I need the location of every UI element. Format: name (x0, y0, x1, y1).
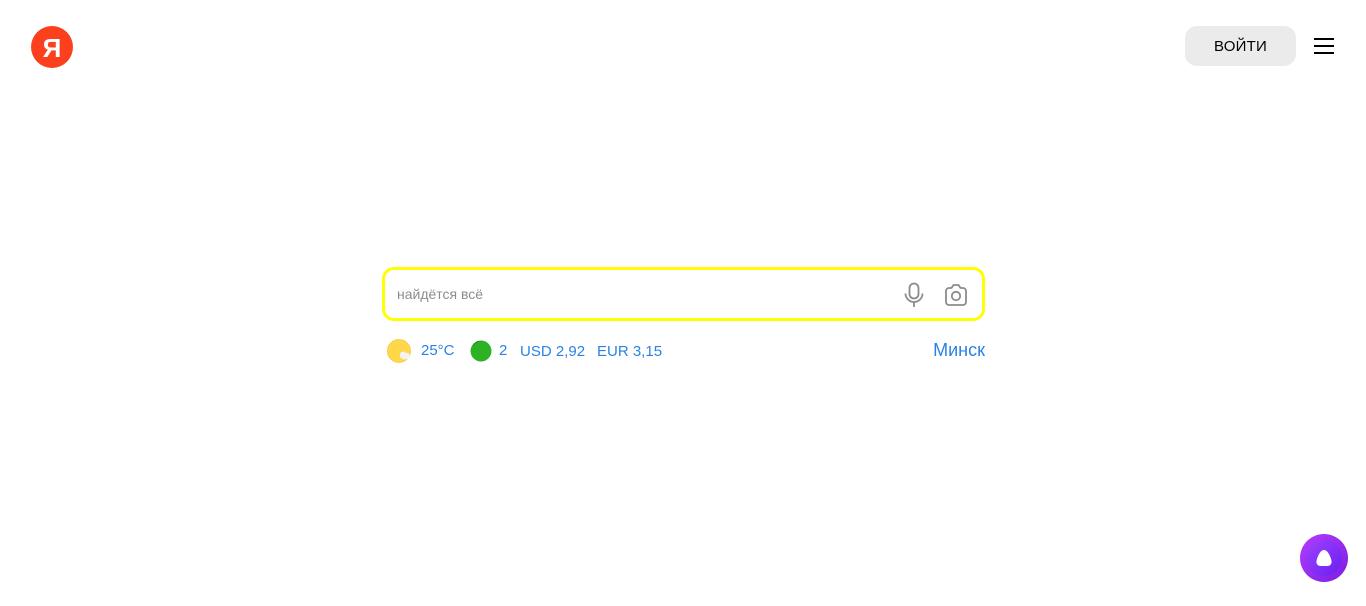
search-input[interactable] (397, 270, 887, 318)
logo-letter: Я (42, 32, 62, 63)
eur-rate[interactable]: EUR 3,15 (597, 343, 662, 360)
yandex-logo[interactable]: Я (31, 26, 73, 68)
login-button[interactable]: ВОЙТИ (1185, 26, 1296, 66)
search-box (382, 267, 985, 321)
informers-row: 25°C 2 USD 2,92 EUR 3,15 Минск (387, 338, 985, 364)
weather-temperature[interactable]: 25°C (421, 342, 455, 359)
alice-button[interactable] (1300, 534, 1348, 582)
weather-sun-cloud-icon[interactable] (387, 339, 411, 363)
microphone-icon[interactable] (901, 282, 927, 308)
traffic-icon[interactable] (470, 340, 492, 362)
alice-icon (1306, 540, 1342, 576)
page: Я ВОЙТИ найдётся всё 25°C 2 USD 2,92 EUR… (0, 0, 1366, 606)
hamburger-icon[interactable] (1312, 34, 1336, 58)
traffic-level[interactable]: 2 (499, 342, 507, 359)
camera-icon[interactable] (943, 282, 969, 308)
usd-rate[interactable]: USD 2,92 (520, 343, 585, 360)
city-link[interactable]: Минск (933, 340, 985, 361)
